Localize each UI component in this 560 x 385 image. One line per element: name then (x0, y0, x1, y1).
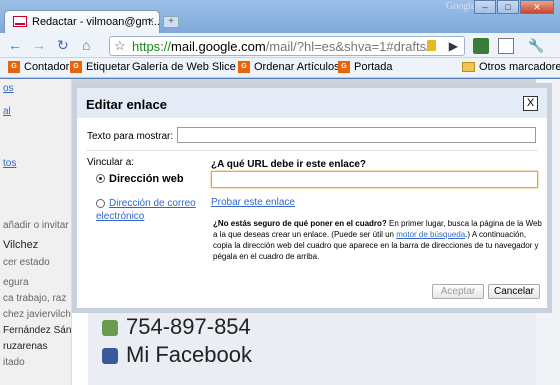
tab-close-icon[interactable]: × (148, 15, 154, 27)
reload-icon[interactable]: ↻ (57, 37, 69, 53)
divider (86, 150, 538, 151)
dialog-header: Editar enlace X (77, 88, 547, 118)
link-to-label: Vincular a: (87, 157, 135, 168)
window-controls: – □ ✕ (473, 0, 554, 14)
search-engine-link[interactable]: motor de búsqueda (396, 230, 465, 239)
sidebar-line[interactable]: tos (3, 158, 16, 169)
sidebar-line: itado (3, 357, 25, 368)
test-link[interactable]: Probar este enlace (211, 197, 295, 208)
sidebar-line: egura (3, 277, 29, 288)
gmail-icon (13, 16, 27, 27)
bookmark-icon: G (8, 61, 20, 73)
page-menu-icon[interactable] (498, 38, 514, 54)
address-bar[interactable]: ☆ https://mail.google.com/mail/?hl=es&sh… (109, 36, 465, 56)
url-input[interactable] (211, 171, 538, 188)
display-text-label: Texto para mostrar: (87, 131, 174, 142)
tab-title: Redactar - vilmoan@gm... (32, 16, 160, 28)
url-question: ¿A qué URL debe ir este enlace? (211, 159, 367, 170)
dialog-close-button[interactable]: X (523, 96, 538, 111)
title-bar: Redactar - vilmoan@gm... × + Google – □ … (0, 0, 560, 33)
sidebar-line: Fernández Sán (3, 325, 72, 336)
option-email-label[interactable]: Dirección de correo electrónico (96, 197, 206, 223)
bookmark-icon: G (338, 61, 350, 73)
dialog-title: Editar enlace (86, 97, 167, 112)
maximize-button[interactable]: □ (497, 0, 519, 14)
sidebar-line[interactable]: os (3, 83, 14, 94)
back-icon[interactable]: ← (8, 37, 22, 53)
left-sidebar: os al tos añadir o invitar Vilchez cer e… (0, 79, 72, 385)
compose-body[interactable]: 754-897-854 Mi Facebook (88, 311, 536, 385)
sidebar-line[interactable]: cer estado (3, 257, 50, 268)
wrench-icon[interactable]: 🔧 (528, 38, 544, 54)
edit-link-dialog: Editar enlace X Texto para mostrar: Vinc… (72, 83, 552, 313)
phone-text: 754-897-854 (126, 314, 251, 339)
sidebar-line: ca trabajo, raz (3, 293, 67, 304)
facebook-icon (102, 348, 118, 364)
sidebar-line[interactable]: al (3, 106, 11, 117)
url-text[interactable]: https://mail.google.com/mail/?hl=es&shva… (132, 39, 432, 54)
bookmark-icon: G (70, 61, 82, 73)
other-bookmarks[interactable]: Otros marcadores (462, 61, 560, 73)
help-text: ¿No estás seguro de qué poner en el cuad… (213, 219, 542, 261)
lock-icon[interactable] (427, 40, 436, 51)
bookmark-web-slice[interactable]: Galería de Web Slice (132, 61, 236, 152)
phone-icon (102, 320, 118, 336)
display-text-input[interactable] (177, 127, 536, 143)
forward-icon[interactable]: → (32, 37, 46, 53)
folder-icon (462, 62, 475, 72)
sidebar-line: ruzarenas (3, 341, 48, 352)
radio-web-address[interactable] (96, 174, 105, 183)
sidebar-line[interactable]: añadir o invitar (3, 220, 69, 231)
new-tab-button[interactable]: + (163, 16, 179, 28)
google-badge: Google (446, 1, 476, 12)
bookmark-contador[interactable]: G Contador (8, 61, 69, 73)
bookmark-etiquetar[interactable]: G Etiquetar (70, 61, 130, 73)
sidebar-line: Vilchez (3, 239, 39, 251)
sidebar-line: chez javiervilch (3, 309, 71, 320)
translate-icon[interactable] (473, 38, 489, 54)
bookmark-icon: G (238, 61, 250, 73)
browser-toolbar: ← → ↻ ⌂ ☆ https://mail.google.com/mail/?… (0, 33, 560, 58)
bookmark-portada[interactable]: G Portada (338, 61, 393, 73)
star-icon[interactable]: ☆ (114, 38, 126, 54)
option-web-label[interactable]: Dirección web (109, 173, 184, 185)
home-icon[interactable]: ⌂ (82, 37, 90, 53)
accept-button[interactable]: Aceptar (432, 284, 484, 299)
browser-tab[interactable]: Redactar - vilmoan@gm... × (4, 10, 160, 33)
bookmark-ordenar[interactable]: G Ordenar Artículos. (238, 61, 343, 73)
minimize-button[interactable]: – (474, 0, 496, 14)
window-close-button[interactable]: ✕ (520, 0, 554, 14)
cancel-button[interactable]: Cancelar (488, 284, 540, 299)
go-icon[interactable]: ▶ (449, 39, 458, 53)
facebook-text: Mi Facebook (126, 342, 252, 367)
bookmarks-bar: G Contador G Etiquetar Galería de Web Slic… (0, 58, 560, 152)
